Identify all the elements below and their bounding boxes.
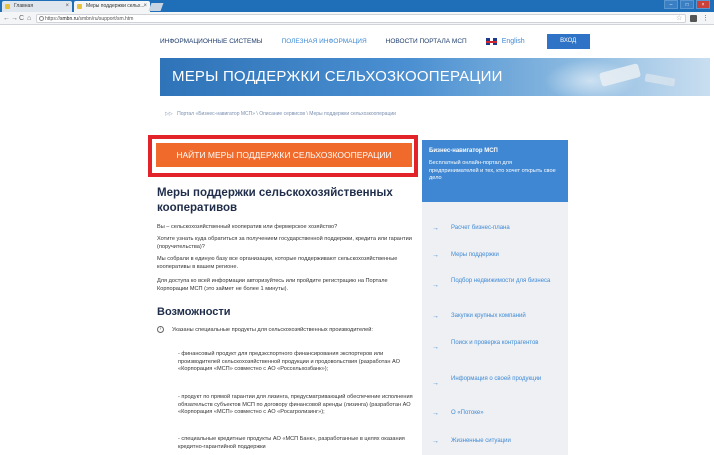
forward-arrow-icon[interactable]: → [11, 13, 18, 24]
arrow-right-icon: → [432, 313, 439, 320]
address-bar[interactable]: https://smbn.ru/smbn/ru/support/sm.htm [36, 14, 686, 23]
url-host: smbn.ru [60, 16, 79, 22]
url-prefix: https:// [45, 16, 61, 22]
business-navigator-promo[interactable]: Бизнес-навигатор МСП Бесплатный онлайн-п… [422, 140, 568, 202]
nav-item-useful-information[interactable]: ПОЛЕЗНАЯ ИНФОРМАЦИЯ [282, 38, 367, 45]
browser-toolbar: ← → C ⌂ https://smbn.ru/smbn/ru/support/… [0, 12, 714, 25]
feature-item: - продукт по прямой гарантии для лизинга… [178, 394, 413, 415]
sidebar-item-label: Расчет бизнес-плана [451, 225, 510, 231]
arrow-right-icon: → [432, 252, 439, 259]
intro-paragraph: Вы – сельскохозяйственный кооператив или… [157, 224, 338, 230]
intro-paragraph: Для доступа ко всей информации авторизуй… [157, 278, 388, 292]
arrow-right-icon: → [432, 410, 439, 417]
breadcrumb: ▷▷ Портал «Бизнес-навигатор МСП» \ Описа… [165, 111, 396, 117]
arrow-right-icon: → [432, 438, 439, 445]
new-tab-button[interactable] [148, 3, 164, 11]
chevron-right-icon: › [157, 326, 164, 333]
reload-icon[interactable]: C [19, 13, 24, 24]
intro-paragraph: Хотите узнать куда обратиться за получен… [157, 236, 412, 250]
arrow-right-icon: → [432, 344, 439, 351]
browser-tab-main[interactable]: Главная × [2, 1, 72, 12]
banner-decoration [644, 73, 676, 87]
features-intro: Указаны специальные продукты для сельско… [172, 327, 373, 333]
feature-item: - финансовый продукт для предэкспортного… [178, 351, 400, 372]
tab-label: Меры поддержки сельх... [86, 3, 145, 9]
sidebar-item-label: Подбор недвижимости для бизнеса [451, 278, 551, 284]
url-path: /smbn/ru/support/sm.htm [78, 16, 134, 22]
main-heading: Меры поддержки сельскохозяйственных кооп… [157, 187, 393, 214]
promo-title: Бизнес-навигатор МСП [429, 148, 498, 154]
page-title: МЕРЫ ПОДДЕРЖКИ СЕЛЬХОЗКООПЕРАЦИИ [172, 68, 503, 85]
sidebar-item-label: О «Потоке» [451, 410, 484, 416]
sidebar-item-label: Поиск и проверка контрагентов [451, 340, 539, 346]
language-switch[interactable]: English [485, 38, 525, 45]
info-icon[interactable] [39, 16, 44, 21]
nav-item-information-systems[interactable]: ИНФОРМАЦИОННЫЕ СИСТЕМЫ [160, 38, 263, 45]
features-heading: Возможности [157, 306, 231, 318]
bookmark-star-icon[interactable]: ☆ [676, 13, 682, 24]
minimize-icon[interactable]: – [664, 0, 678, 9]
sidebar-item-label: Меры поддержки [451, 252, 499, 258]
browser-menu-icon[interactable]: ⋮ [702, 13, 709, 24]
sidebar-item-label: Закупки крупных компаний [451, 313, 526, 319]
close-window-icon[interactable]: × [696, 0, 710, 9]
window-controls: – □ × [664, 0, 710, 10]
feature-item: - специальные кредитные продукты АО «МСП… [178, 436, 405, 450]
home-icon[interactable]: ⌂ [27, 13, 31, 24]
uk-flag-icon [485, 38, 497, 45]
site-top-nav: ИНФОРМАЦИОННЫЕ СИСТЕМЫ ПОЛЕЗНАЯ ИНФОРМАЦ… [160, 25, 712, 58]
arrow-right-icon: → [432, 282, 439, 289]
arrow-right-icon: → [432, 225, 439, 232]
browser-tab-active[interactable]: Меры поддержки сельх... × [74, 1, 150, 12]
page-banner: МЕРЫ ПОДДЕРЖКИ СЕЛЬХОЗКООПЕРАЦИИ [160, 58, 710, 96]
nav-item-portal-news[interactable]: НОВОСТИ ПОРТАЛА МСП [386, 38, 467, 45]
breadcrumb-path[interactable]: Портал «Бизнес-навигатор МСП» \ Описание… [177, 111, 396, 117]
find-support-measures-button[interactable]: НАЙТИ МЕРЫ ПОДДЕРЖКИ СЕЛЬХОЗКООПЕРАЦИИ [156, 143, 412, 167]
maximize-icon[interactable]: □ [680, 0, 694, 9]
sidebar-item-label: Жизненные ситуации [451, 438, 511, 444]
extension-icon[interactable] [690, 15, 697, 22]
tab-label: Главная [14, 3, 34, 9]
browser-tabbar: Главная × Меры поддержки сельх... × – □ … [0, 0, 714, 12]
back-arrow-icon[interactable]: ← [3, 13, 10, 24]
breadcrumb-home-icon[interactable]: ▷▷ [165, 111, 173, 117]
close-icon[interactable]: × [143, 1, 147, 12]
promo-text: Бесплатный онлайн-портал для предпринима… [429, 160, 556, 181]
arrow-right-icon: → [432, 380, 439, 387]
site-favicon-icon [5, 4, 10, 9]
language-label: English [501, 38, 525, 45]
sidebar-services-list: → Расчет бизнес-плана → Меры поддержки →… [422, 202, 568, 455]
close-icon[interactable]: × [65, 1, 69, 12]
sidebar-item-label: Информация о своей продукции [451, 376, 542, 382]
intro-paragraph: Мы собрали в единую базу все организации… [157, 256, 398, 270]
site-favicon-icon [77, 4, 82, 9]
login-button[interactable]: ВХОД [546, 34, 590, 49]
